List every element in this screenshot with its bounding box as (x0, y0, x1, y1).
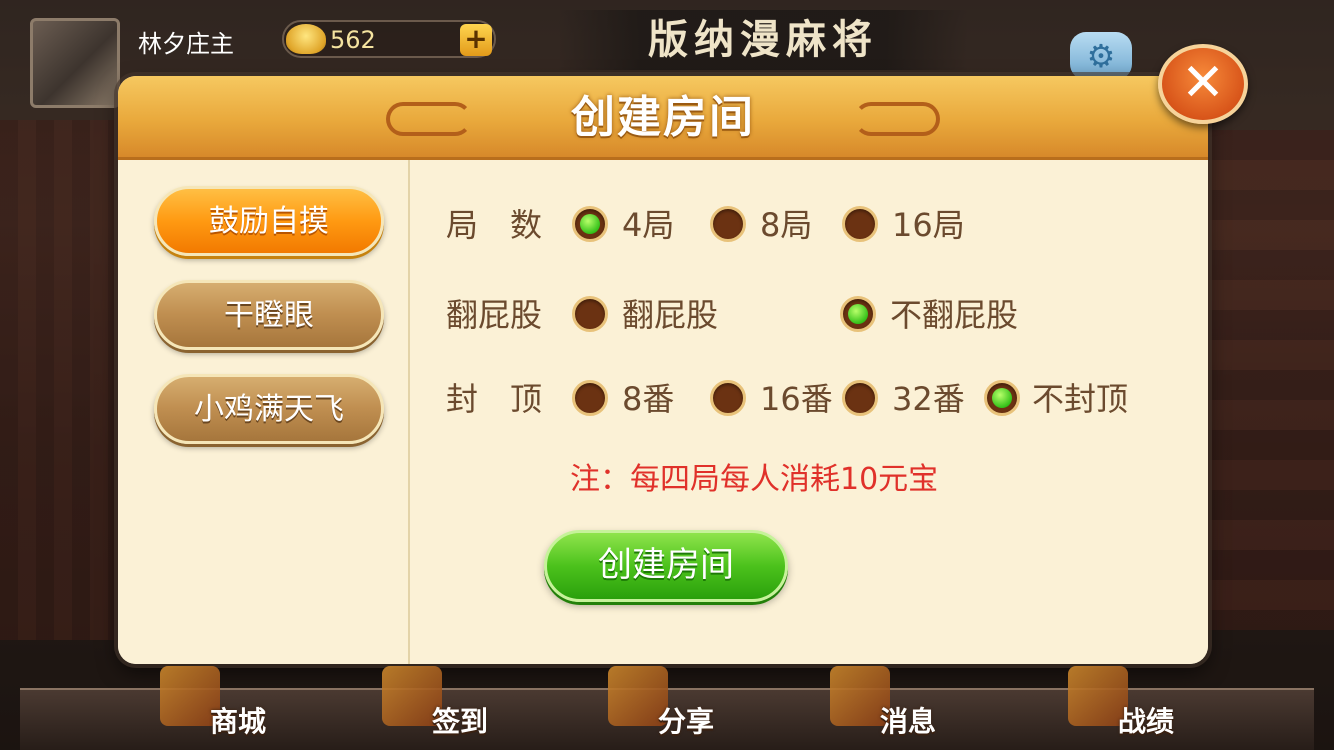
game-logo: 版纳漫麻将 (558, 10, 968, 70)
radio-flip-yes[interactable] (572, 296, 608, 332)
radio-cap-16[interactable] (710, 380, 746, 416)
radio-flip-no-label: 不翻屁股 (890, 296, 1019, 334)
nav-records[interactable]: 战绩 (1068, 666, 1228, 750)
nav-shop[interactable]: 商城 (160, 666, 320, 750)
settings-button[interactable]: ⚙ (1070, 32, 1132, 80)
coin-balance: 562 + (282, 20, 496, 58)
options-panel: 局 数 4局 8局 16局 翻屁股 翻屁股 不翻屁股 封 顶 8番 16番 32… (410, 160, 1208, 664)
dialog-title: 创建房间 (571, 92, 755, 143)
nav-messages-label: 消息 (880, 705, 937, 738)
radio-rounds-16-label: 16局 (892, 206, 965, 244)
nav-share[interactable]: 分享 (608, 666, 768, 750)
nav-records-label: 战绩 (1118, 705, 1175, 738)
cap-label: 封 顶 (446, 380, 543, 418)
radio-flip-yes-label: 翻屁股 (622, 296, 719, 334)
radio-cap-32[interactable] (842, 380, 878, 416)
rounds-label: 局 数 (446, 206, 543, 244)
radio-rounds-4[interactable] (572, 206, 608, 242)
radio-cap-32-label: 32番 (892, 380, 965, 418)
game-logo-text: 版纳漫麻将 (648, 16, 878, 63)
dialog-header: 创建房间 (118, 76, 1208, 160)
nav-share-label: 分享 (658, 705, 715, 738)
nav-checkin-label: 签到 (432, 705, 489, 738)
create-room-dialog: 创建房间 鼓励自摸 干瞪眼 小鸡满天飞 局 数 4局 8局 16局 翻屁股 翻屁… (118, 76, 1208, 664)
dialog-body: 鼓励自摸 干瞪眼 小鸡满天飞 局 数 4局 8局 16局 翻屁股 翻屁股 不翻屁… (118, 160, 1208, 664)
avatar[interactable] (30, 18, 120, 108)
radio-cap-8-label: 8番 (622, 380, 675, 418)
nav-shop-label: 商城 (210, 705, 267, 738)
radio-cap-none-label: 不封顶 (1032, 380, 1129, 418)
bottom-nav: 商城 签到 分享 消息 战绩 (20, 666, 1314, 750)
coin-value: 562 (330, 26, 376, 54)
radio-rounds-4-label: 4局 (622, 206, 675, 244)
radio-rounds-8[interactable] (710, 206, 746, 242)
close-dialog-button[interactable]: ✕ (1158, 44, 1248, 124)
gear-icon: ⚙ (1086, 37, 1116, 75)
cost-note: 注：每四局每人消耗10元宝 (570, 462, 939, 497)
mode-sidebar: 鼓励自摸 干瞪眼 小鸡满天飞 (118, 160, 410, 664)
mode-tab-gan-deng-yan[interactable]: 干瞪眼 (154, 280, 384, 350)
radio-rounds-16[interactable] (842, 206, 878, 242)
nav-messages[interactable]: 消息 (830, 666, 990, 750)
radio-cap-16-label: 16番 (760, 380, 833, 418)
add-coins-button[interactable]: + (460, 24, 492, 56)
radio-flip-no[interactable] (840, 296, 876, 332)
close-icon: ✕ (1181, 53, 1225, 113)
flip-label: 翻屁股 (446, 296, 543, 334)
radio-cap-8[interactable] (572, 380, 608, 416)
mode-tab-xiaoji-mantianfei[interactable]: 小鸡满天飞 (154, 374, 384, 444)
radio-rounds-8-label: 8局 (760, 206, 813, 244)
top-bar: 林夕庄主 562 + 版纳漫麻将 ⚙ (0, 0, 1334, 108)
nav-checkin[interactable]: 签到 (382, 666, 542, 750)
create-room-button[interactable]: 创建房间 (544, 530, 788, 602)
gold-ingot-icon (286, 24, 326, 54)
radio-cap-none[interactable] (984, 380, 1020, 416)
mode-tab-guli-zimo[interactable]: 鼓励自摸 (154, 186, 384, 256)
username: 林夕庄主 (138, 30, 234, 58)
